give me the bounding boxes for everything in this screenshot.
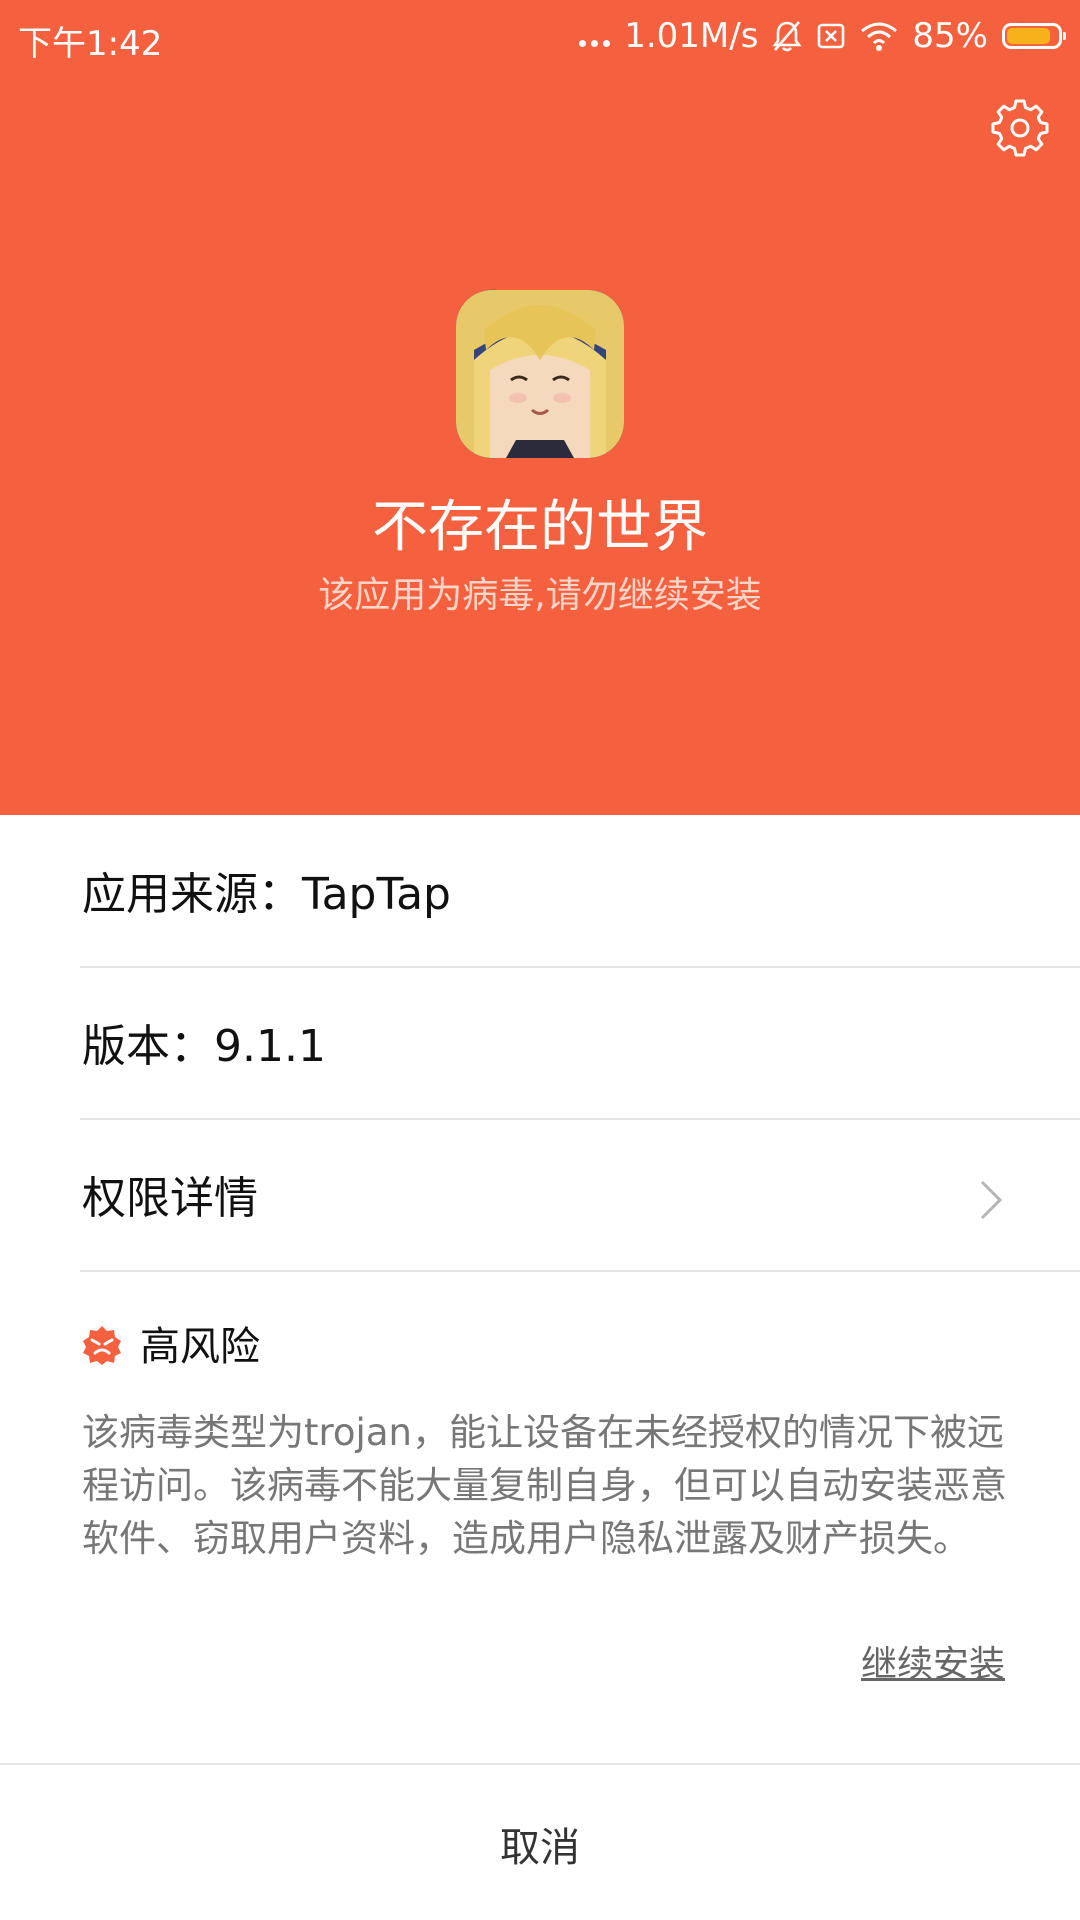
bottom-bar: 取消: [0, 1763, 1080, 1920]
app-name: 不存在的世界: [372, 495, 708, 560]
danger-icon: [83, 1326, 121, 1365]
status-icons: 1.01M/s 85%: [579, 14, 1066, 58]
battery-percent: 85%: [912, 16, 988, 56]
anime-girl-app-icon: [456, 290, 624, 458]
status-bar: 下午1:42 1.01M/s 85%: [0, 0, 1080, 74]
app-icon: [456, 290, 624, 458]
app-source-label: 应用来源：TapTap: [82, 869, 451, 920]
permissions-label: 权限详情: [82, 1173, 258, 1224]
sim-error-icon: [818, 23, 845, 49]
muted-bell-icon: [772, 21, 803, 52]
battery-tip: [1063, 32, 1066, 40]
net-speed: 1.01M/s: [624, 16, 759, 56]
install-warning-screen: 下午1:42 1.01M/s 85% 不存在的世界 该应用为病毒,请勿继续安装 …: [0, 0, 1080, 1920]
continue-install-link[interactable]: 继续安装: [861, 1642, 1005, 1688]
chevron-right-icon: [980, 1180, 1003, 1220]
risk-section: 高风险 该病毒类型为trojan，能让设备在未经授权的情况下被远程访问。该病毒不…: [82, 1320, 1007, 1565]
virus-warning-text: 该应用为病毒,请勿继续安装: [318, 575, 762, 616]
version-label: 版本：9.1.1: [82, 1021, 326, 1072]
cancel-button[interactable]: 取消: [0, 1765, 1080, 1920]
gear-icon: [991, 99, 1049, 157]
version-row: 版本：9.1.1: [80, 968, 1080, 1120]
battery-icon: [1002, 23, 1066, 49]
settings-button[interactable]: [990, 98, 1050, 158]
status-time: 下午1:42: [18, 24, 163, 64]
battery-fill: [1007, 28, 1050, 44]
wifi-icon: [861, 22, 898, 51]
risk-title: 高风险: [140, 1324, 260, 1370]
risk-description: 该病毒类型为trojan，能让设备在未经授权的情况下被远程访问。该病毒不能大量复…: [82, 1411, 1007, 1560]
risk-header: 高风险: [82, 1320, 1007, 1376]
more-dots-icon: [579, 26, 611, 47]
app-source-row: 应用来源：TapTap: [80, 816, 1080, 968]
header: 下午1:42 1.01M/s 85% 不存在的世界 该应用为病毒,请勿继续安装: [0, 0, 1080, 815]
permissions-row[interactable]: 权限详情: [80, 1120, 1080, 1272]
